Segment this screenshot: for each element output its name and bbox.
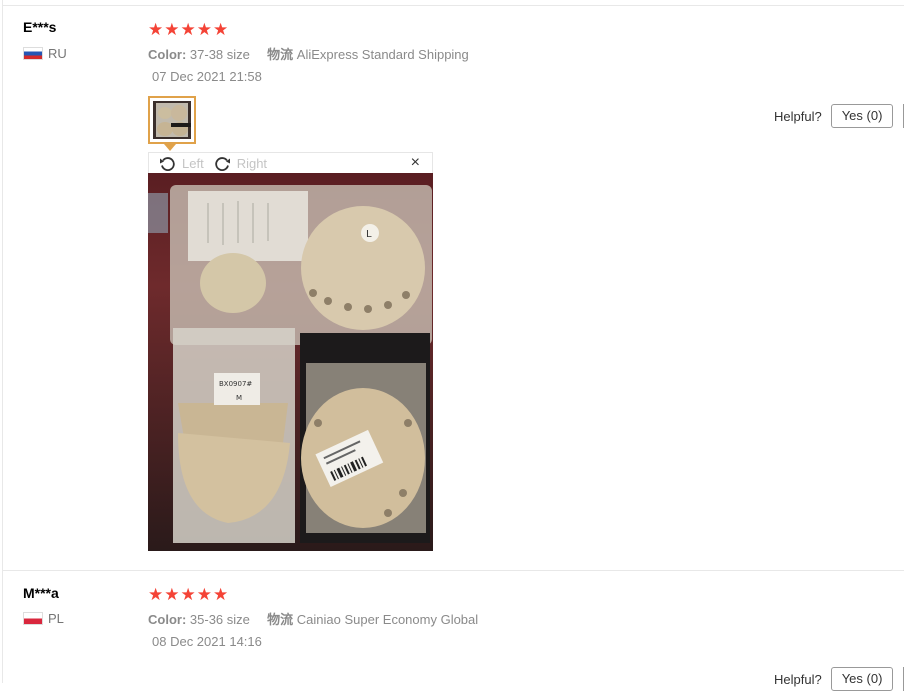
star-icon: ★ xyxy=(196,585,212,604)
country-code: PL xyxy=(48,611,64,626)
star-icon: ★ xyxy=(196,20,212,39)
helpful-label: Helpful? xyxy=(774,671,822,687)
helpful-yes-button[interactable]: Yes (0) xyxy=(830,104,894,128)
star-icon: ★ xyxy=(213,20,229,39)
star-icon: ★ xyxy=(180,585,196,604)
review-date: 08 Dec 2021 14:16 xyxy=(152,634,262,649)
rotate-right-button[interactable]: Right xyxy=(214,156,267,171)
package-tag-text: BX0907# xyxy=(219,380,252,388)
reviewer-country: RU xyxy=(23,46,67,61)
reviewer-name: E***s xyxy=(23,19,57,35)
star-icon: ★ xyxy=(213,585,229,604)
color-value: 35-36 size xyxy=(189,612,250,627)
reviewer-country: PL xyxy=(23,611,64,626)
rotate-right-label: Right xyxy=(236,155,268,171)
color-key: Color: xyxy=(148,47,187,62)
color-value: 37-38 size xyxy=(189,47,250,62)
shipping-value: AliExpress Standard Shipping xyxy=(296,47,469,62)
rotate-left-label: Left xyxy=(182,155,204,171)
rotate-right-icon xyxy=(215,156,230,171)
flag-pl-icon xyxy=(23,612,43,625)
shipping-key: 物流 xyxy=(267,47,294,62)
review-photo-thumbnail[interactable] xyxy=(148,96,196,144)
shipping-key: 物流 xyxy=(267,612,294,627)
star-rating: ★ ★ ★ ★ ★ xyxy=(148,586,228,603)
star-icon: ★ xyxy=(148,585,164,604)
review-date: 07 Dec 2021 21:58 xyxy=(152,69,262,84)
star-icon: ★ xyxy=(148,20,164,39)
review-item: M***a PL ★ ★ ★ ★ ★ Color: 35-36 size 物流 … xyxy=(0,571,904,691)
country-code: RU xyxy=(48,46,67,61)
close-icon[interactable]: × xyxy=(411,153,420,173)
star-icon: ★ xyxy=(164,20,180,39)
photo-viewer-toolbar: Left Right × xyxy=(148,152,433,173)
review-photo-large: L BX0907# M xyxy=(148,173,433,551)
helpful-group: Helpful? Yes (0) xyxy=(774,667,894,691)
review-attributes: Color: 37-38 size 物流 AliExpress Standard… xyxy=(148,44,469,63)
review-attributes: Color: 35-36 size 物流 Cainiao Super Econo… xyxy=(148,609,478,628)
size-badge-text: L xyxy=(366,229,372,240)
shipping-value: Cainiao Super Economy Global xyxy=(296,612,479,627)
star-rating: ★ ★ ★ ★ ★ xyxy=(148,21,228,38)
flag-ru-icon xyxy=(23,47,43,60)
rotate-left-button[interactable]: Left xyxy=(159,156,204,171)
thumbnail-pointer xyxy=(164,144,176,151)
helpful-yes-button[interactable]: Yes (0) xyxy=(830,667,894,691)
star-icon: ★ xyxy=(164,585,180,604)
thumbnail-image xyxy=(153,101,191,139)
helpful-label: Helpful? xyxy=(774,108,822,124)
helpful-group: Helpful? Yes (0) xyxy=(774,104,894,128)
package-tag-size: M xyxy=(236,394,242,402)
rotate-left-icon xyxy=(160,156,175,171)
star-icon: ★ xyxy=(180,20,196,39)
reviewer-name: M***a xyxy=(23,585,59,601)
color-key: Color: xyxy=(148,612,187,627)
review-item: E***s RU ★ ★ ★ ★ ★ Color: 37-38 size 物流 … xyxy=(0,0,904,570)
